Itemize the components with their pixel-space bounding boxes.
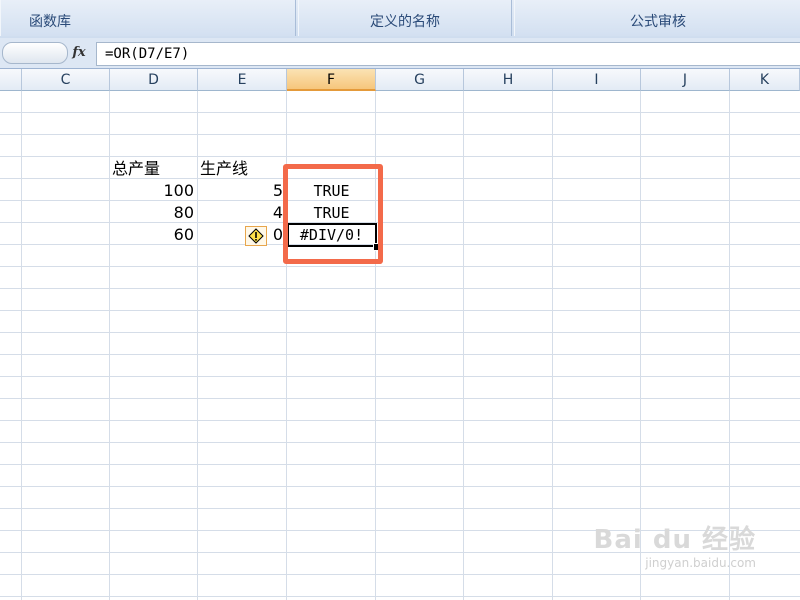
- column-header-B[interactable]: [0, 69, 22, 91]
- cell-D5[interactable]: 总产量: [112, 158, 160, 180]
- column-header-J[interactable]: J: [641, 69, 730, 91]
- cell-E8[interactable]: 0: [198, 224, 287, 246]
- ribbon-group-formula-auditing[interactable]: 公式审核: [514, 0, 800, 36]
- column-header-E[interactable]: E: [198, 69, 287, 91]
- formula-input[interactable]: =OR(D7/E7): [96, 42, 800, 66]
- ribbon-group-function-library[interactable]: 函数库: [0, 0, 296, 36]
- column-header-H[interactable]: H: [464, 69, 553, 91]
- watermark: Bai du 经验 jingyan.baidu.com: [594, 519, 757, 570]
- cell-E5[interactable]: 生产线: [200, 158, 248, 180]
- cell-D8[interactable]: 60: [110, 224, 198, 246]
- ribbon-group-label: 公式审核: [630, 14, 686, 30]
- insert-function-icon[interactable]: fx: [70, 44, 88, 62]
- formula-bar: fx =OR(D7/E7): [0, 38, 800, 69]
- ribbon: 函数库 定义的名称 公式审核: [0, 0, 800, 39]
- highlight-annotation-box: [283, 164, 383, 264]
- watermark-brand: Bai du 经验: [593, 525, 756, 555]
- error-warning-icon[interactable]: [245, 226, 267, 246]
- column-header-D[interactable]: D: [110, 69, 198, 91]
- grid-line: [109, 91, 110, 600]
- ribbon-group-label: 定义的名称: [370, 14, 440, 30]
- grid-line: [463, 91, 464, 600]
- warning-diamond-icon: [248, 228, 264, 244]
- column-header-F[interactable]: F: [287, 69, 376, 91]
- ribbon-group-defined-names[interactable]: 定义的名称: [298, 0, 512, 36]
- grid-line: [21, 91, 22, 600]
- cell-D6[interactable]: 100: [110, 180, 198, 202]
- column-header-C[interactable]: C: [22, 69, 110, 91]
- column-header-K[interactable]: K: [730, 69, 800, 91]
- column-header-I[interactable]: I: [553, 69, 641, 91]
- cell-E7[interactable]: 4: [198, 202, 287, 224]
- cell-E6[interactable]: 5: [198, 180, 287, 202]
- cell-D7[interactable]: 80: [110, 202, 198, 224]
- name-box[interactable]: [2, 42, 68, 64]
- grid-line: [552, 91, 553, 600]
- column-header-G[interactable]: G: [376, 69, 464, 91]
- ribbon-group-label: 函数库: [29, 14, 71, 30]
- watermark-url: jingyan.baidu.com: [645, 556, 756, 570]
- grid-line: [197, 91, 198, 600]
